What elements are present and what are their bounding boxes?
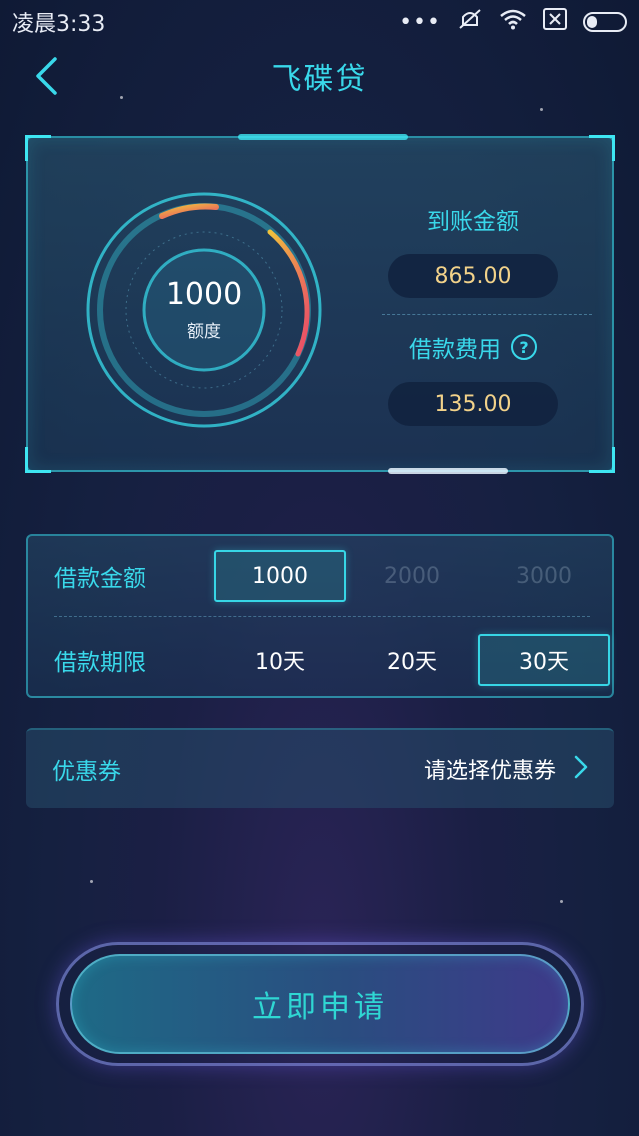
amount-option-1000[interactable]: 1000	[214, 550, 346, 602]
amount-label: 借款金额	[54, 566, 146, 592]
panel-corner	[589, 447, 615, 473]
amount-option-2000[interactable]: 2000	[346, 550, 478, 602]
more-dots-icon: •••	[399, 9, 441, 35]
apply-button[interactable]: 立即申请	[70, 954, 570, 1054]
gauge-center: 1000 额度	[84, 190, 324, 430]
row-divider	[54, 616, 590, 617]
fee-label-row: 借款费用 ?	[388, 330, 558, 364]
received-value: 865.00	[388, 254, 558, 298]
sim-x-icon	[543, 8, 567, 36]
chevron-right-icon	[574, 753, 588, 786]
star-decoration	[540, 108, 543, 111]
battery-icon	[583, 12, 627, 32]
received-label: 到账金额	[427, 209, 519, 235]
wifi-icon	[499, 8, 527, 36]
term-option-10[interactable]: 10天	[214, 634, 346, 686]
loan-options-panel: 借款金额 1000 2000 3000 借款期限 10天 20天 30天	[26, 534, 614, 698]
nav-bar: 飞碟贷	[0, 44, 639, 108]
amount-option-3000[interactable]: 3000	[478, 550, 610, 602]
credit-label: 额度	[187, 322, 221, 342]
panel-decoration	[388, 468, 508, 474]
fee-label: 借款费用	[409, 337, 501, 363]
loan-summary-panel: 1000 额度 到账金额 865.00 借款费用 ? 135.00	[25, 134, 615, 474]
panel-corner	[25, 135, 51, 161]
status-bar: 凌晨3:33 •••	[0, 0, 639, 44]
panel-decoration	[238, 134, 408, 140]
amount-row: 借款金额 1000 2000 3000	[28, 536, 612, 616]
panel-corner	[589, 135, 615, 161]
star-decoration	[560, 900, 563, 903]
silent-icon	[457, 7, 483, 37]
panel-corner	[25, 447, 51, 473]
info-divider	[382, 314, 592, 315]
question-circle-icon[interactable]: ?	[511, 334, 537, 360]
received-amount-block: 到账金额 865.00	[388, 202, 558, 298]
page-title: 飞碟贷	[271, 62, 368, 97]
apply-button-frame: 立即申请	[56, 942, 584, 1066]
coupon-value: 请选择优惠券	[423, 759, 556, 784]
status-time: 凌晨3:33	[12, 12, 106, 37]
fee-value: 135.00	[388, 382, 558, 426]
star-decoration	[90, 880, 93, 883]
fee-block: 借款费用 ? 135.00	[388, 330, 558, 426]
term-row: 借款期限 10天 20天 30天	[28, 620, 612, 700]
chevron-left-icon	[36, 57, 57, 95]
term-option-20[interactable]: 20天	[346, 634, 478, 686]
credit-amount: 1000	[165, 277, 243, 312]
coupon-row[interactable]: 优惠券 请选择优惠券	[26, 728, 614, 808]
coupon-label: 优惠券	[52, 759, 121, 785]
term-option-30[interactable]: 30天	[478, 634, 610, 686]
back-button[interactable]	[22, 50, 70, 102]
term-label: 借款期限	[54, 650, 146, 676]
